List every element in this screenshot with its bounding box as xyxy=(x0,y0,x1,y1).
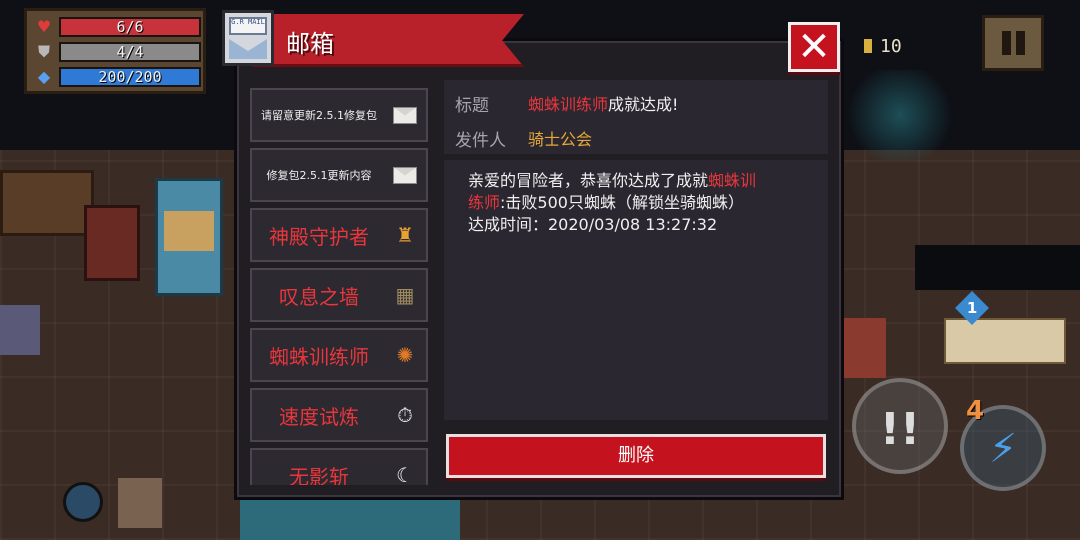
body-line-3: 达成时间：2020/03/08 13:27:32 xyxy=(468,215,718,234)
lightning-icon: ⚡ xyxy=(988,426,1018,472)
mail-list-item[interactable]: 神殿守护者 ♜ xyxy=(250,208,428,262)
coin-value: 10 xyxy=(880,36,902,57)
sender-value: 骑士公会 xyxy=(528,130,593,149)
pot-object xyxy=(63,482,103,522)
delete-button[interactable]: 删除 xyxy=(446,434,826,478)
mail-list-item[interactable]: 蜘蛛训练师 ✺ xyxy=(250,328,428,382)
coin-icon xyxy=(864,39,872,53)
mail-body-text: 亲爱的冒险者，恭喜你达成了成就蜘蛛训 练师:击败500只蜘蛛（解锁坐骑蜘蛛） 达… xyxy=(468,170,812,236)
mail-item-label: 修复包2.5.1更新内容 xyxy=(266,169,372,182)
mail-item-label: 速度试炼 xyxy=(279,404,359,429)
cowboy-npc xyxy=(84,205,140,281)
mail-list-item[interactable]: 请留意更新2.5.1修复包 xyxy=(250,88,428,142)
subject-value: 蜘蛛训练师成就达成! xyxy=(528,95,679,114)
gacha-machine xyxy=(155,178,223,296)
sender-label: 发件人 xyxy=(455,131,506,151)
mailbox-icon: G.R MAIL xyxy=(222,10,274,66)
skill-button[interactable]: !! xyxy=(852,378,948,474)
body-line-1: 亲爱的冒险者，恭喜你达成了成就蜘蛛训 xyxy=(468,171,757,190)
armor-bar: 4/4 xyxy=(59,42,201,62)
wooden-shelf xyxy=(0,170,94,236)
crescent-slash-icon: ☾ xyxy=(396,463,414,485)
spider-badge-icon: ✺ xyxy=(396,343,414,367)
mail-item-label: 无影斩 xyxy=(289,464,349,486)
envelope-body xyxy=(229,39,267,59)
coin-counter: 10 xyxy=(864,36,902,57)
close-button[interactable]: ✕ xyxy=(788,22,840,72)
energy-cost-label: 4 xyxy=(966,396,985,426)
wall-corner xyxy=(915,245,1080,290)
energy-value: 200/200 xyxy=(98,68,162,86)
energy-bar: 200/200 xyxy=(59,67,201,87)
envelope-icon xyxy=(388,100,422,130)
pause-button[interactable] xyxy=(982,15,1044,71)
armor-value: 4/4 xyxy=(116,43,144,61)
portal-glow xyxy=(840,70,960,160)
mail-list-item[interactable]: 无影斩 ☾ xyxy=(250,448,428,485)
mail-item-label: 神殿守护者 xyxy=(269,224,369,249)
mail-list-item[interactable]: 叹息之墙 ▦ xyxy=(250,268,428,322)
knight-npc xyxy=(0,305,40,355)
mail-list-item[interactable]: 修复包2.5.1更新内容 xyxy=(250,148,428,202)
cat-npc xyxy=(118,478,162,528)
mail-item-label: 叹息之墙 xyxy=(279,284,359,309)
mail-list: 请留意更新2.5.1修复包 修复包2.5.1更新内容 神殿守护者 ♜ 叹息之墙 … xyxy=(250,80,432,485)
envelope-icon xyxy=(388,160,422,190)
hp-value: 6/6 xyxy=(116,18,144,36)
shield-icon: ⛊ xyxy=(37,42,50,61)
mailbox-title: 邮箱 xyxy=(286,30,334,58)
weapon-slot[interactable] xyxy=(944,318,1066,364)
stopwatch-icon: ⏱ xyxy=(397,403,413,427)
mail-list-item[interactable]: 速度试炼 ⏱ xyxy=(250,388,428,442)
player-stats-panel: ♥ 6/6 ⛊ 4/4 ◆ 200/200 xyxy=(24,8,206,94)
heart-icon: ♥ xyxy=(36,17,52,36)
player-character xyxy=(842,318,886,378)
mail-item-label: 请留意更新2.5.1修复包 xyxy=(261,109,377,122)
mail-item-label: 蜘蛛训练师 xyxy=(269,344,369,369)
wall-badge-icon: ▦ xyxy=(395,283,415,307)
mail-header-panel: 标题 蜘蛛训练师成就达成! 发件人 骑士公会 xyxy=(444,80,828,154)
mail-body-panel: 亲爱的冒险者，恭喜你达成了成就蜘蛛训 练师:击败500只蜘蛛（解锁坐骑蜘蛛） 达… xyxy=(444,160,828,420)
mail-label: G.R MAIL xyxy=(229,17,267,35)
energy-row: ◆ 200/200 xyxy=(35,66,201,88)
hp-row: ♥ 6/6 xyxy=(35,16,201,38)
table-object xyxy=(240,500,460,540)
hp-bar: 6/6 xyxy=(59,17,201,37)
body-line-2: 练师:击败500只蜘蛛（解锁坐骑蜘蛛） xyxy=(468,193,744,212)
diamond-icon: ◆ xyxy=(37,67,51,86)
subject-label: 标题 xyxy=(455,96,489,116)
guardian-badge-icon: ♜ xyxy=(396,223,414,247)
armor-row: ⛊ 4/4 xyxy=(35,41,201,63)
